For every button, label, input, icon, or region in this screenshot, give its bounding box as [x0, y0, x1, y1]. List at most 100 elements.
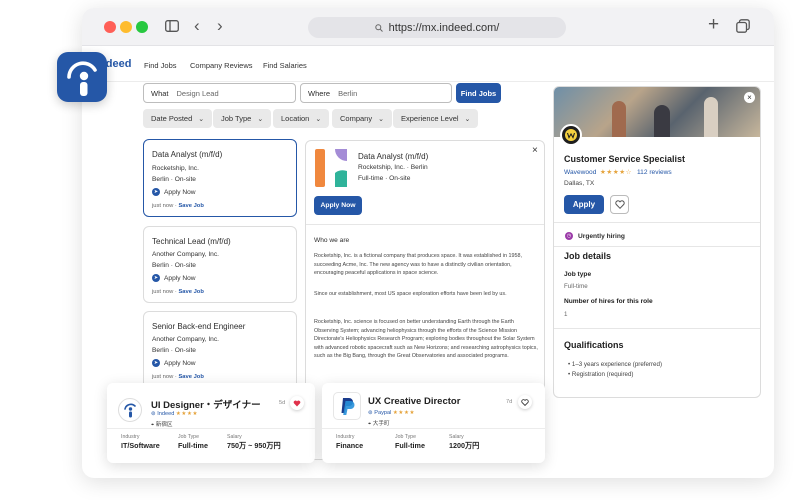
apply-now-link[interactable]: ➤ Apply Now: [152, 188, 196, 196]
job-card[interactable]: Data Analyst (m/f/d) Rocketship, Inc. Be…: [143, 139, 297, 217]
qualification-item: • 1–3 years experience (preferred): [568, 361, 662, 368]
place-name: 大手町: [372, 421, 390, 427]
job-location: Berlin · On-site: [152, 347, 196, 354]
divider: [107, 428, 315, 429]
jobtype-label: Job Type: [178, 434, 199, 440]
preview-title: Customer Service Specialist: [564, 154, 686, 164]
job-title[interactable]: Senior Back-end Engineer: [152, 322, 245, 331]
heart-filled-icon[interactable]: [290, 396, 304, 410]
jobtype-value: Full-time: [395, 441, 425, 450]
nav-find-salaries[interactable]: Find Salaries: [263, 61, 307, 70]
featured-job-card[interactable]: UX Creative Director ⊚ Paypal ★★★★ ⌖ 大手町…: [322, 383, 545, 463]
find-jobs-button[interactable]: Find Jobs: [456, 83, 501, 103]
divider: [554, 328, 760, 329]
industry-label: Industry: [121, 434, 140, 440]
featured-job-title[interactable]: UX Creative Director: [368, 396, 460, 407]
job-card[interactable]: Senior Back-end Engineer Another Company…: [143, 311, 297, 391]
job-location: Berlin · On-site: [152, 262, 196, 269]
detail-paragraph: Rocketship, Inc. science is focused on b…: [314, 319, 538, 360]
job-type-label: Job type: [564, 271, 592, 278]
where-field[interactable]: Where Berlin: [300, 83, 452, 103]
hires-label: Number of hires for this role: [564, 298, 653, 305]
close-icon[interactable]: ×: [744, 92, 755, 103]
heart-outline-icon[interactable]: [518, 395, 532, 409]
url-text: https://mx.indeed.com/: [388, 21, 500, 34]
apply-now-label: Apply Now: [164, 274, 196, 282]
arrow-right-icon: ➤: [152, 359, 160, 367]
filter-company[interactable]: Company ⌄: [332, 109, 392, 128]
filter-label: Company: [340, 114, 373, 123]
back-icon[interactable]: ‹: [194, 16, 200, 36]
preview-company[interactable]: Wavewood: [564, 169, 596, 176]
nav-company-reviews[interactable]: Company Reviews: [190, 61, 253, 70]
job-card[interactable]: Technical Lead (m/f/d) Another Company, …: [143, 226, 297, 303]
salary-label: Salary: [449, 434, 464, 440]
preview-apply-button[interactable]: Apply: [564, 195, 604, 214]
indeed-app-icon[interactable]: [57, 52, 107, 102]
posted-time: just now: [152, 374, 174, 380]
divider: [554, 222, 760, 223]
what-field[interactable]: What Design Lead: [143, 83, 296, 103]
job-details-heading: Job details: [564, 251, 612, 261]
office-photo: [554, 87, 760, 137]
filter-job-type[interactable]: Job Type ⌄: [213, 109, 272, 128]
address-bar[interactable]: https://mx.indeed.com/: [308, 17, 566, 38]
rating-stars: ★★★★☆: [600, 169, 633, 176]
industry-label: Industry: [336, 434, 355, 440]
job-title[interactable]: Technical Lead (m/f/d): [152, 237, 231, 246]
what-value: Design Lead: [176, 88, 219, 98]
detail-company: Rocketship, Inc. · Berlin: [358, 164, 428, 171]
chevron-down-icon: ⌄: [315, 115, 322, 123]
arrow-right-icon: ➤: [152, 188, 160, 196]
posted-time: just now: [152, 289, 174, 295]
apply-now-label: Apply Now: [164, 188, 196, 196]
maximize-window-button[interactable]: [136, 21, 148, 33]
detail-type: Full-time · On-site: [358, 175, 411, 182]
nav-find-jobs[interactable]: Find Jobs: [144, 61, 177, 70]
minimize-window-button[interactable]: [120, 21, 132, 33]
qualification-text: Registration (required): [571, 371, 634, 378]
save-job-link[interactable]: Save Job: [178, 203, 203, 209]
save-job-link[interactable]: Save Job: [178, 289, 203, 295]
new-tab-icon[interactable]: +: [708, 14, 719, 36]
detail-paragraph: Rocketship, Inc. is a fictional company …: [314, 253, 522, 277]
apply-now-link[interactable]: ➤ Apply Now: [152, 274, 196, 282]
filter-experience-level[interactable]: Experience Level ⌄: [393, 109, 479, 128]
posted-age: 5d: [279, 400, 286, 406]
filter-location[interactable]: Location ⌄: [273, 109, 330, 128]
close-window-button[interactable]: [104, 21, 116, 33]
job-location: Berlin · On-site: [152, 176, 196, 183]
salary-value: 1200万円: [449, 441, 480, 450]
urgent-label: Urgently hiring: [578, 233, 625, 240]
save-job-link[interactable]: Save Job: [178, 374, 203, 380]
forward-icon[interactable]: ›: [217, 16, 223, 36]
hires-value: 1: [564, 311, 568, 318]
industry-value: IT/Software: [121, 441, 160, 450]
close-icon[interactable]: ×: [532, 145, 538, 156]
job-title[interactable]: Data Analyst (m/f/d): [152, 150, 222, 159]
featured-job-card[interactable]: UI Designer・デザイナー ⊚ Indeed ★★★★ ⌖ 新宿区 5d…: [107, 383, 315, 463]
reviews-link[interactable]: 112 reviews: [637, 169, 672, 176]
search-icon: [374, 23, 383, 32]
industry-value: Finance: [336, 441, 364, 450]
jobtype-label: Job Type: [395, 434, 416, 440]
browser-toolbar: ‹ › https://mx.indeed.com/ +: [82, 8, 774, 46]
tabs-overview-icon[interactable]: [736, 19, 750, 37]
what-label: What: [151, 88, 169, 98]
job-company: Another Company, Inc.: [152, 251, 219, 258]
apply-now-link[interactable]: ➤ Apply Now: [152, 359, 196, 367]
featured-job-title[interactable]: UI Designer・デザイナー: [151, 397, 261, 411]
save-heart-icon[interactable]: [610, 195, 629, 214]
filter-date-posted[interactable]: Date Posted ⌄: [143, 109, 213, 128]
detail-paragraph: Since our establishment, most US space e…: [314, 291, 507, 297]
detail-title: Data Analyst (m/f/d): [358, 152, 429, 161]
rocketship-logo: [313, 149, 351, 187]
where-value: Berlin: [338, 88, 358, 98]
sidebar-toggle-icon[interactable]: [165, 19, 179, 36]
filter-label: Experience Level: [401, 114, 459, 123]
where-label: Where: [308, 88, 331, 98]
detail-apply-now-button[interactable]: Apply Now: [314, 196, 362, 215]
verified-icon: ⊚: [151, 411, 156, 417]
place-line: ⌖ 大手町: [368, 419, 390, 428]
site-nav: indeed Find Jobs Company Reviews Find Sa…: [82, 46, 774, 82]
